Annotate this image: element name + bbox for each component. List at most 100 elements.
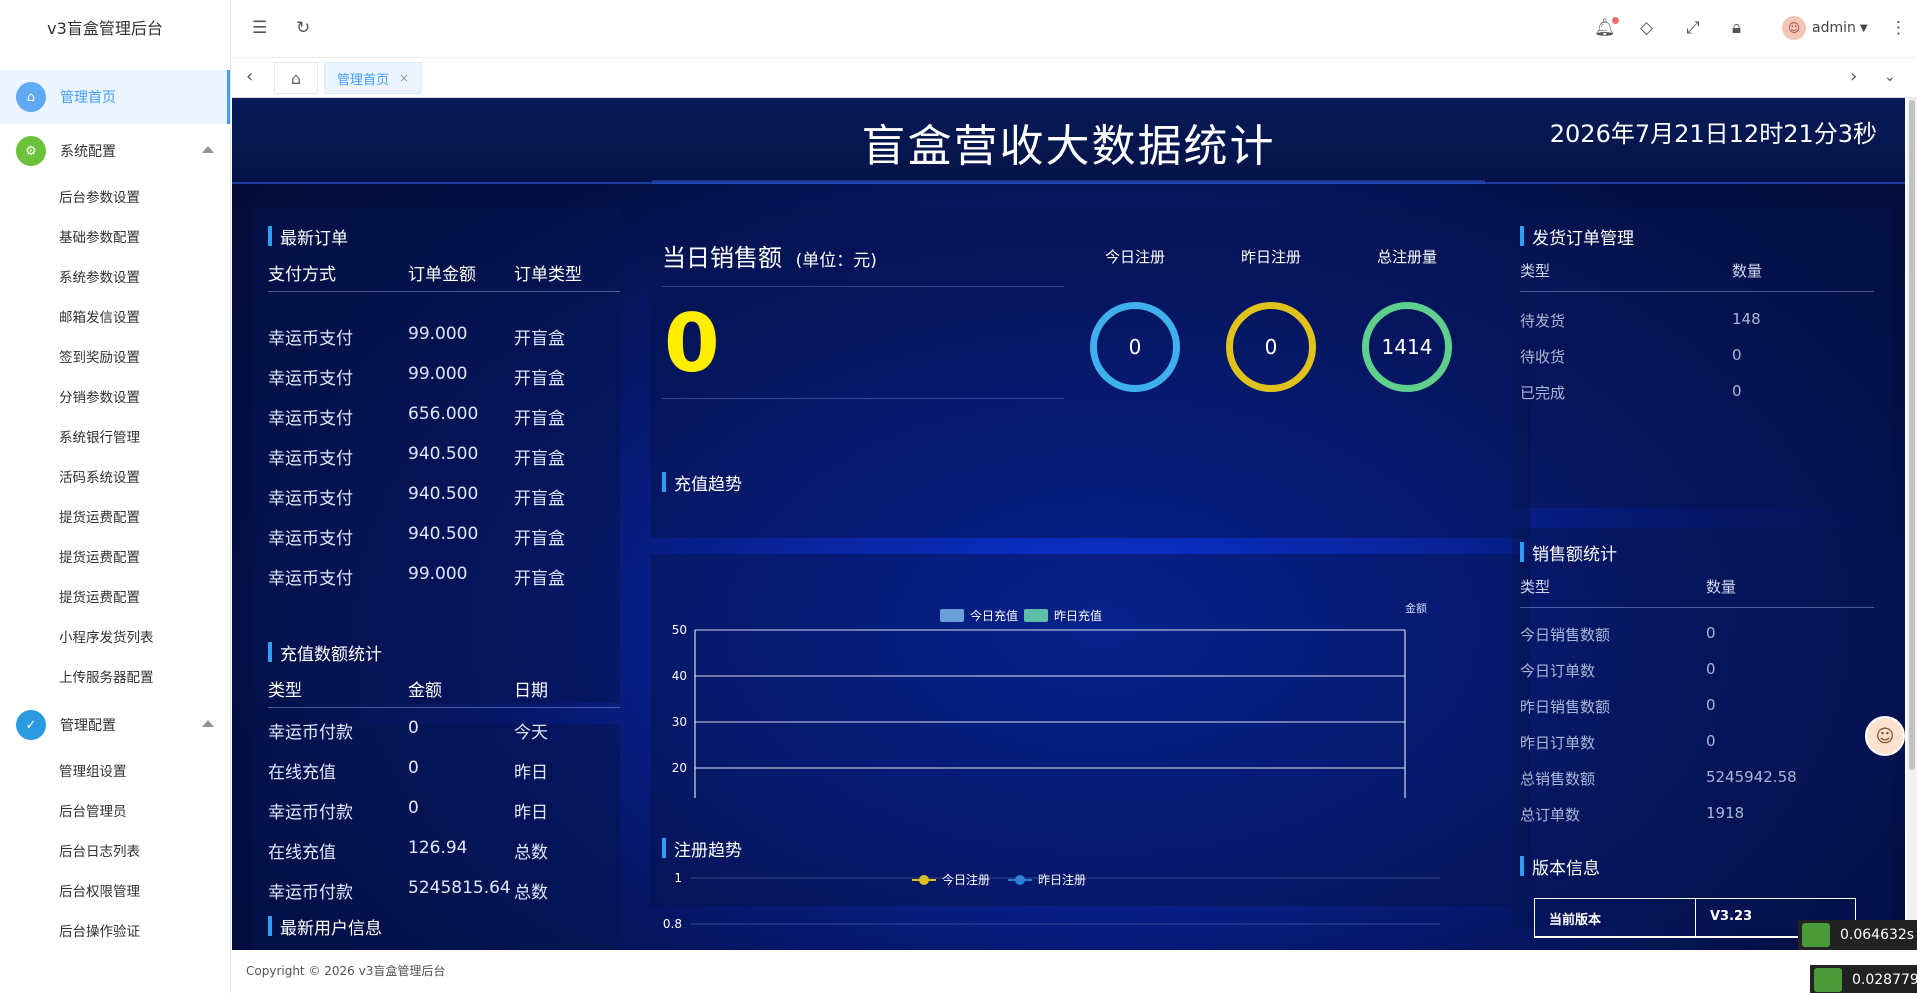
table-cell: 5245815.64 <box>408 878 511 898</box>
home-icon: ⌂ <box>16 82 46 112</box>
chevron-up-icon <box>202 146 214 153</box>
table-cell: 开盲盒 <box>514 489 565 509</box>
table-cell: 940.500 <box>408 484 479 504</box>
today-sales-value: 0 <box>664 297 720 390</box>
table-cell: 开盲盒 <box>514 329 565 349</box>
tag-icon[interactable]: ◇ <box>1640 17 1653 39</box>
sidebar-subitem[interactable]: 系统参数设置 <box>0 258 230 298</box>
chevron-right-icon[interactable]: › <box>1850 66 1857 88</box>
sidebar-subitem[interactable]: 管理组设置 <box>0 752 230 792</box>
sidebar-subitem[interactable]: 系统银行管理 <box>0 418 230 458</box>
orders-scroll[interactable]: 幸运币支付 99.000 开盲盒 幸运币支付 99.000 开盲盒 幸运币支付 656.000… <box>268 294 620 676</box>
home-icon: ⌂ <box>290 68 302 88</box>
refresh-icon[interactable]: ↻ <box>296 17 310 39</box>
fullscreen-icon[interactable]: ⤢ <box>1686 17 1700 39</box>
shield-check-icon: ✓ <box>16 710 46 740</box>
registration-trend-chart: 今日注册 昨日注册 1 0.8 <box>663 871 1440 931</box>
bell-icon[interactable]: 🔔︎ <box>1594 17 1619 39</box>
assistant-avatar-icon[interactable]: ☺ <box>1865 716 1905 756</box>
sidebar-subitem[interactable]: 提货运费配置 <box>0 538 230 578</box>
table-cell: 总销售数额 <box>1520 770 1596 788</box>
more-vertical-icon[interactable]: ⋮ <box>1890 17 1907 39</box>
ring-label: 今日注册 <box>1104 248 1165 266</box>
y-tick-label: 0.8 <box>663 917 682 931</box>
table-row: 幸运币支付 99.000 开盲盒 <box>268 356 620 396</box>
sidebar-subitem[interactable]: 提货运费配置 <box>0 498 230 538</box>
sidebar-item-label: 管理配置 <box>60 718 116 734</box>
table-row: 今日订单数 0 <box>1520 652 1874 688</box>
salesstats-header: 类型 数量 <box>1520 572 1874 608</box>
table-row: 今日销售数额 0 <box>1520 616 1874 652</box>
legend-marker[interactable] <box>919 875 929 885</box>
table-cell: 99.000 <box>408 564 468 584</box>
table-row: 在线充值 126.94 总数 <box>268 830 620 870</box>
table-cell: 148 <box>1732 310 1761 328</box>
table-cell: 幸运币付款 <box>268 883 353 903</box>
table-cell: 幸运币付款 <box>268 803 353 823</box>
table-cell: 0 <box>1706 696 1716 714</box>
chart-title: 充值趋势 <box>662 470 742 495</box>
tab-home-icon-button[interactable]: ⌂ <box>274 62 318 94</box>
scrollbar-thumb[interactable] <box>1909 100 1915 770</box>
legend-label[interactable]: 今日充值 <box>970 608 1018 623</box>
sidebar-subitem[interactable]: 基础参数配置 <box>0 218 230 258</box>
user-menu[interactable]: ☺ admin ▼ <box>1782 16 1868 40</box>
perf-value: 0.064632s <box>1840 927 1915 943</box>
sidebar-subitem[interactable]: 后台权限管理 <box>0 872 230 912</box>
table-row: 总订单数 1918 <box>1520 796 1874 832</box>
col-header: 类型 <box>1520 578 1551 596</box>
perf-value: 0.028779s <box>1852 972 1917 988</box>
chevron-down-icon[interactable]: ⌄ <box>1884 66 1896 88</box>
sidebar-subitem[interactable]: 上传服务器配置 <box>0 658 230 698</box>
sidebar-item-home[interactable]: ⌂ 管理首页 <box>0 70 230 124</box>
recharge-table: 幸运币付款 0 今天 在线充值 0 昨日 幸运币付款 0 昨日 在线充值 126.94 总数 幸运币付款… <box>268 710 620 910</box>
sidebar-subitem[interactable]: 签到奖励设置 <box>0 338 230 378</box>
y-axis-label-right: 金额 <box>1405 601 1427 615</box>
table-row: 幸运币付款 0 今天 <box>268 710 620 750</box>
panel-title: 版本信息 <box>1520 854 1600 879</box>
sidebar-subitem[interactable]: 后台参数设置 <box>0 178 230 218</box>
menu-fold-icon[interactable]: ☰ <box>252 17 267 39</box>
sidebar: v3盲盒管理后台 ⌂ 管理首页 ⚙ 系统配置 后台参数设置 基础参数配置 系统参数设… <box>0 0 231 993</box>
sidebar-subitem[interactable]: 活码系统设置 <box>0 458 230 498</box>
scrollbar-track[interactable] <box>1907 98 1917 950</box>
table-row: 幸运币支付 99.000 开盲盒 <box>268 556 620 596</box>
sidebar-subitem[interactable]: 后台管理员 <box>0 792 230 832</box>
table-cell: 待收货 <box>1520 348 1566 366</box>
table-cell: 昨日销售数额 <box>1520 698 1611 716</box>
close-icon[interactable]: × <box>399 71 409 85</box>
panel-title: 发货订单管理 <box>1520 224 1634 249</box>
dashboard-datetime: 2026年7月21日12时21分3秒 <box>1549 120 1877 148</box>
sidebar-subitem[interactable]: 提货运费配置 <box>0 578 230 618</box>
footer: Copyright © 2026 v3盲盒管理后台 <box>232 950 1917 993</box>
table-cell: 开盲盒 <box>514 409 565 429</box>
legend-swatch[interactable] <box>940 609 964 622</box>
table-cell: 126.94 <box>408 838 468 858</box>
table-cell: 0 <box>1732 382 1742 400</box>
sidebar-subitem[interactable]: 后台操作验证 <box>0 912 230 952</box>
tab-dashboard[interactable]: 管理首页 × <box>324 62 423 94</box>
sidebar-group-manage[interactable]: ✓ 管理配置 <box>0 698 230 752</box>
sidebar-subitem[interactable]: 邮箱发信设置 <box>0 298 230 338</box>
table-cell: 0 <box>408 758 419 778</box>
table-row: 幸运币支付 656.000 开盲盒 <box>268 396 620 436</box>
sidebar-subitem[interactable]: 小程序发货列表 <box>0 618 230 658</box>
sidebar-subitem[interactable]: 分销参数设置 <box>0 378 230 418</box>
table-cell: 幸运币支付 <box>268 369 353 389</box>
table-cell: 0 <box>1706 732 1716 750</box>
legend-swatch[interactable] <box>1024 609 1048 622</box>
col-header: 订单金额 <box>408 265 476 285</box>
legend-label[interactable]: 昨日充值 <box>1054 608 1102 623</box>
sidebar-group-system[interactable]: ⚙ 系统配置 <box>0 124 230 178</box>
col-header: 数量 <box>1732 262 1763 280</box>
chevron-left-icon[interactable]: ‹ <box>246 66 253 88</box>
y-tick-label: 30 <box>672 715 687 729</box>
legend-label[interactable]: 今日注册 <box>942 872 990 887</box>
legend-label[interactable]: 昨日注册 <box>1038 872 1086 887</box>
table-cell: 1918 <box>1706 804 1745 822</box>
table-row: 在线充值 0 昨日 <box>268 750 620 790</box>
legend-marker[interactable] <box>1015 875 1025 885</box>
recharge-trend-chart: 金额金额今日充值昨日充值010203040500点2点4点6点8点10点12点1… <box>672 601 1427 798</box>
sidebar-subitem[interactable]: 后台日志列表 <box>0 832 230 872</box>
lock-icon[interactable]: 🔒︎ <box>1732 17 1741 39</box>
